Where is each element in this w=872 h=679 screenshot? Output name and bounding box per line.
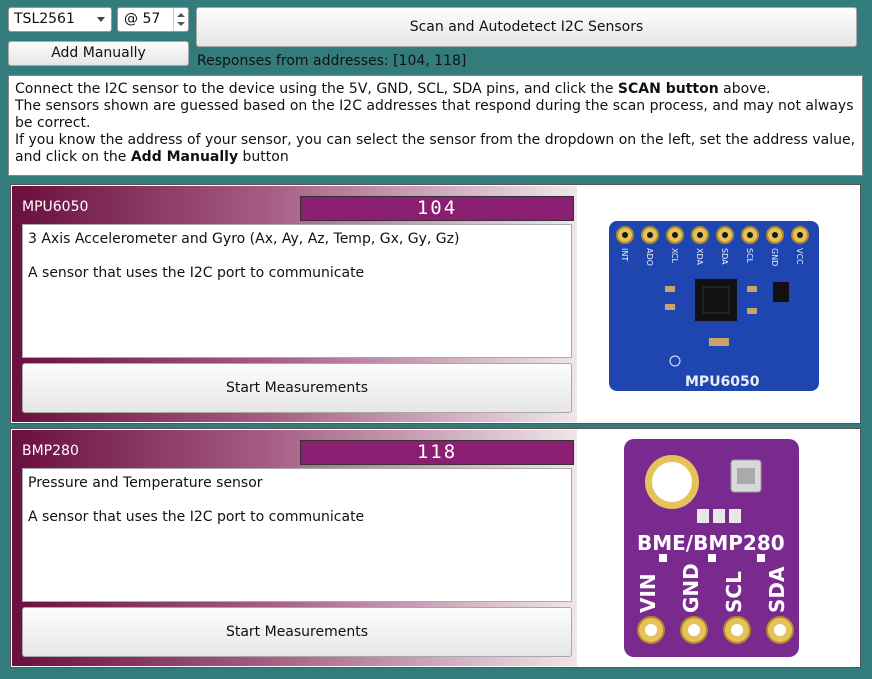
add-manually-button[interactable]: Add Manually [8,41,189,66]
instructions-text: above. [718,81,771,97]
address-display: 118 [300,440,574,465]
responses-label: Responses from addresses: [104, 118] [197,53,467,69]
description-line: Pressure and Temperature sensor [28,475,263,491]
start-measurements-button[interactable]: Start Measurements [22,607,572,657]
board-pin-label: SDA [765,566,789,613]
board-pin-label: GND [770,248,779,266]
board-pin-label: VIN [636,573,660,613]
description-line: A sensor that uses the I2C port to commu… [28,509,365,525]
board-pin-label: SDA [720,248,729,265]
board-pin-label: XCL [670,248,679,263]
board-pin-label: VCC [795,248,804,265]
scan-button[interactable]: Scan and Autodetect I2C Sensors [196,7,857,47]
instructions-line-1: Connect the I2C sensor to the device usi… [15,81,856,98]
board-pin-label: INT [620,248,629,261]
mpu6050-board-image: INT ADO XCL XDA SDA SCL GND VCC MPU6050 [597,198,837,413]
description-line: A sensor that uses the I2C port to commu… [28,265,365,281]
sensor-description: 3 Axis Accelerometer and Gyro (Ax, Ay, A… [22,224,572,358]
sensor-description: Pressure and Temperature sensor A sensor… [22,468,572,602]
description-line: 3 Axis Accelerometer and Gyro (Ax, Ay, A… [28,231,460,247]
sensor-name: BMP280 [22,443,79,459]
address-spinbox[interactable]: @ 57 [117,7,189,32]
spin-buttons[interactable] [173,8,188,31]
sensor-select[interactable]: TSL2561 [8,7,112,32]
board-pin-label: XDA [695,248,704,266]
bmp280-board-image: BME/BMP280 VIN GND SCL SDA [624,439,799,657]
instructions-box: Connect the I2C sensor to the device usi… [8,75,863,176]
sensor-image-mpu6050: INT ADO XCL XDA SDA SCL GND VCC MPU6050 [577,186,859,422]
board-pin-label: SCL [722,571,746,613]
spin-up-icon[interactable] [177,13,185,17]
board-title-label: BME/BMP280 [637,531,785,555]
spin-down-icon[interactable] [177,22,185,26]
address-value: @ 57 [124,11,161,27]
sensor-select-value: TSL2561 [14,11,75,27]
instructions-line-2: The sensors shown are guessed based on t… [15,98,854,131]
board-pin-label: ADO [645,248,654,266]
board-pin-label: GND [679,563,703,613]
sensor-card-mpu6050: MPU6050 104 3 Axis Accelerometer and Gyr… [10,184,861,424]
sensor-image-bmp280: BME/BMP280 VIN GND SCL SDA [577,430,859,666]
instructions-text: Connect the I2C sensor to the device usi… [15,81,618,97]
add-manually-emphasis: Add Manually [130,149,239,165]
instructions-line-3: If you know the address of your sensor, … [15,132,856,166]
sensor-card-bmp280: BMP280 118 Pressure and Temperature sens… [10,428,861,668]
chevron-down-icon [97,17,105,22]
board-silk-label: MPU6050 [685,374,760,390]
address-display: 104 [300,196,574,221]
sensor-name: MPU6050 [22,199,89,215]
scan-emphasis: SCAN button [617,81,719,97]
instructions-text: button [238,149,289,165]
start-measurements-button[interactable]: Start Measurements [22,363,572,413]
board-pin-label: SCL [745,248,754,264]
